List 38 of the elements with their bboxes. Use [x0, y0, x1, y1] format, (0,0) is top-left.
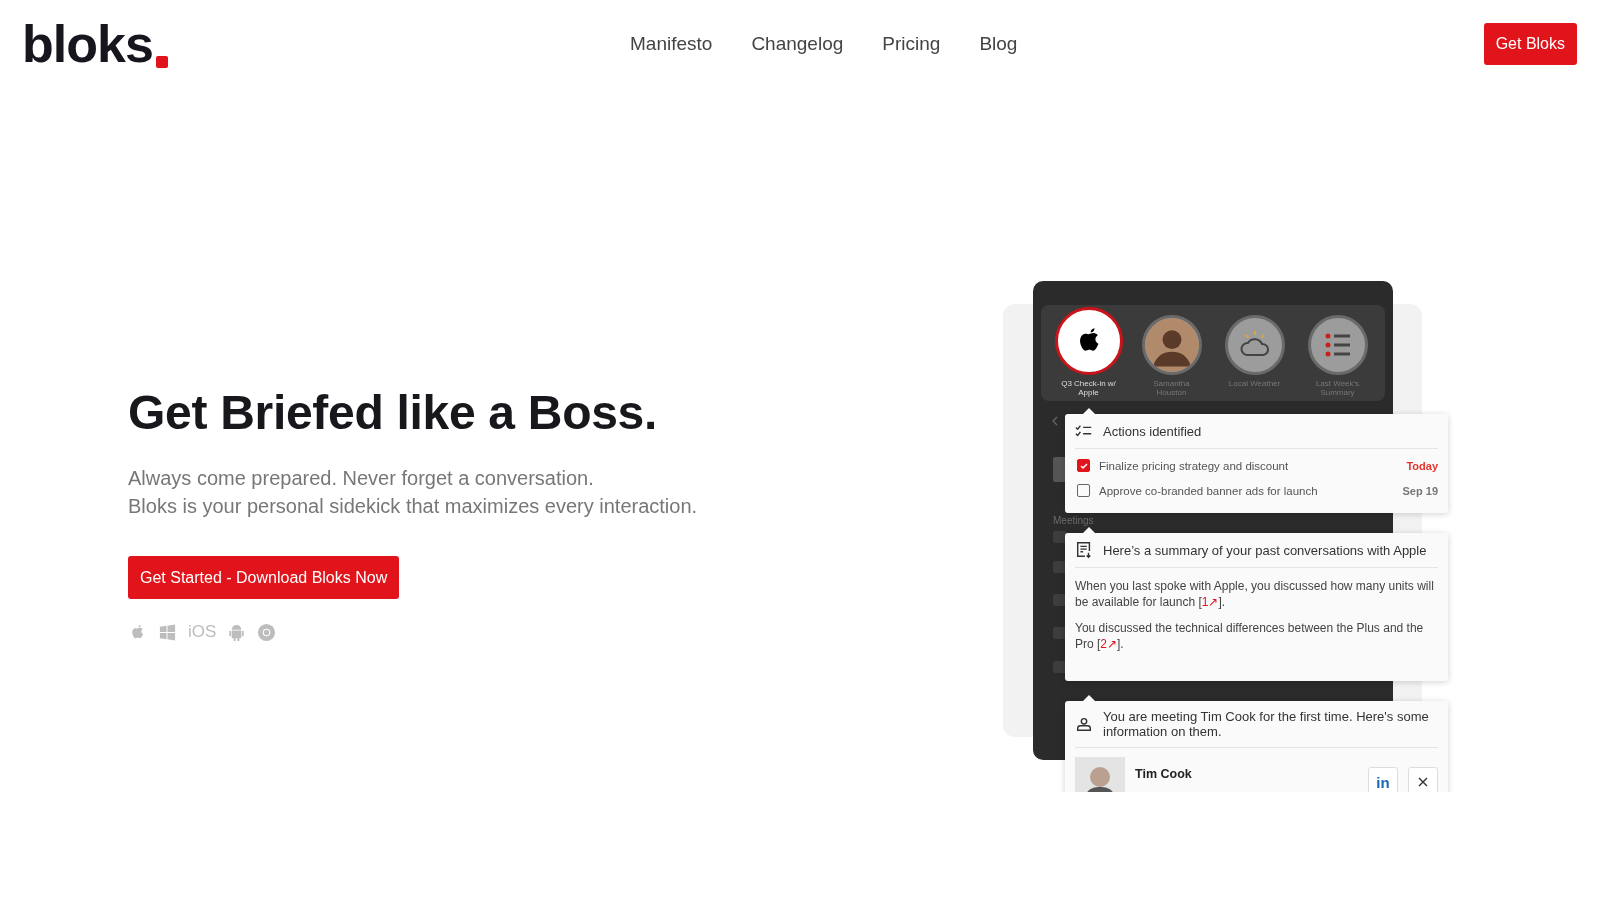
- get-bloks-button[interactable]: Get Bloks: [1483, 23, 1577, 65]
- person-icon: [1075, 715, 1093, 733]
- summary-paragraph: When you last spoke with Apple, you discussed how many units will be available for launch [1↗].: [1075, 578, 1435, 610]
- checkbox[interactable]: [1077, 459, 1090, 472]
- card-title: You are meeting Tim Cook for the first time. Here's some information on them.: [1103, 709, 1430, 739]
- card-title: Actions identified: [1103, 423, 1202, 439]
- bloks-logo[interactable]: bloks: [22, 18, 168, 70]
- brief-label: Q3 Check-in w/ Apple: [1060, 379, 1117, 397]
- checkbox[interactable]: [1077, 484, 1090, 497]
- action-text: Approve co-branded banner ads for launch: [1099, 484, 1319, 497]
- hero-subtitle: Bloks is your personal sidekick that maximizes every interaction.: [128, 494, 699, 519]
- x-icon: [1417, 776, 1429, 788]
- back-chevron-icon[interactable]: [1052, 416, 1058, 426]
- due-date: Today: [1406, 459, 1438, 472]
- section-label: Meetings: [1053, 515, 1094, 527]
- hero-title: Get Briefed like a Boss.: [128, 385, 658, 440]
- x-link[interactable]: [1408, 767, 1438, 792]
- person-name: Tim Cook: [1135, 767, 1193, 781]
- nav-link[interactable]: Pricing: [882, 33, 941, 55]
- due-date: Sep 19: [1402, 484, 1438, 497]
- nav-link[interactable]: Changelog: [751, 33, 844, 55]
- person-avatar-icon: [1144, 318, 1199, 372]
- hero-subtitle: Always come prepared. Never forget a conversation.: [128, 466, 595, 491]
- check-icon: [1078, 460, 1089, 471]
- windows-icon: [158, 622, 177, 642]
- person-avatar-icon: [1075, 757, 1125, 792]
- document-icon: [1075, 541, 1093, 559]
- ios-label: iOS: [188, 622, 217, 642]
- citation-link[interactable]: 2↗: [1100, 637, 1118, 651]
- nav-link[interactable]: Blog: [979, 33, 1018, 55]
- action-text: Finalize pricing strategy and discount: [1099, 459, 1290, 472]
- download-button[interactable]: Get Started - Download Bloks Now: [128, 556, 400, 599]
- chrome-icon: [257, 622, 277, 642]
- android-icon: [227, 622, 247, 642]
- linkedin-link[interactable]: in: [1368, 767, 1398, 792]
- nav-link[interactable]: Manifesto: [630, 33, 713, 55]
- card-title: Here’s a summary of your past conversations with Apple: [1103, 542, 1427, 558]
- summary-paragraph: You discussed the technical differences between the Plus and the Pro [2↗].: [1075, 620, 1425, 652]
